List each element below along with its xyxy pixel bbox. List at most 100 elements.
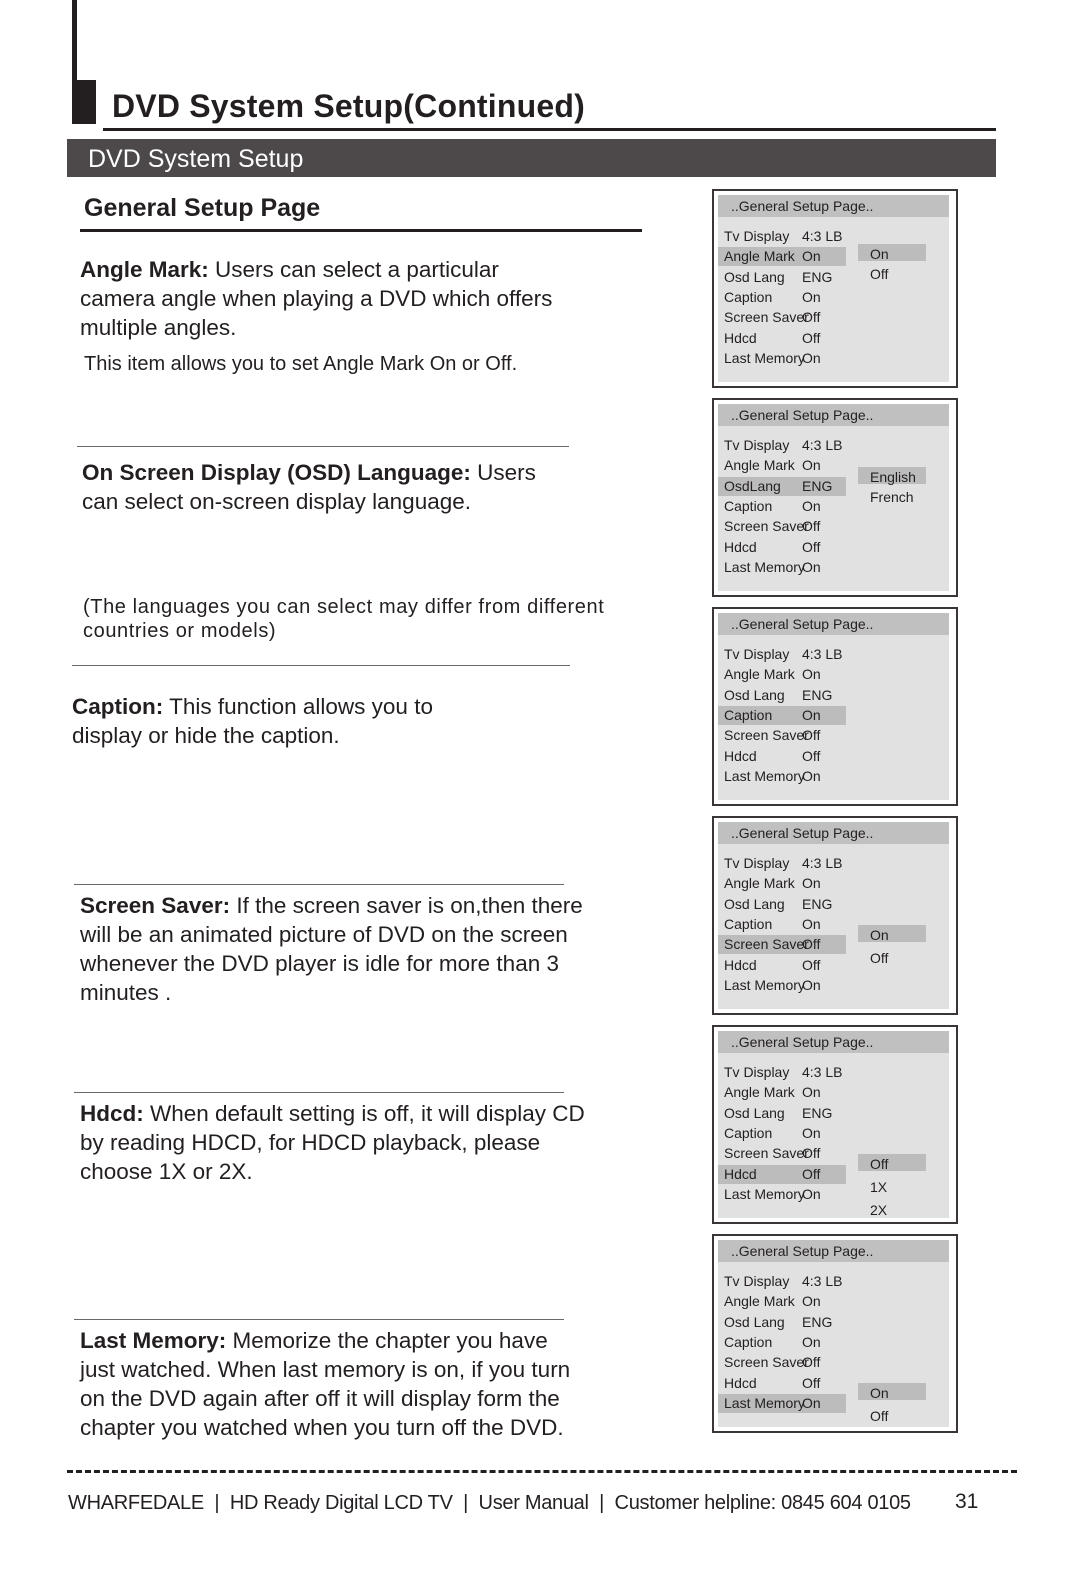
screen-saver-description: Screen Saver: If the screen saver is on,… [80, 893, 583, 1005]
heading-underline [80, 229, 642, 232]
osd-menu-item[interactable]: Angle Mark On [718, 1292, 846, 1311]
osd-menu-item-value: Off [802, 329, 821, 346]
osd-option[interactable]: On [858, 244, 926, 262]
osd-option[interactable]: English [858, 467, 926, 485]
osd-menu-item[interactable]: Angle Mark On [718, 456, 846, 475]
osd-option[interactable]: On [858, 1383, 926, 1401]
osd-menu-item[interactable]: Last Memory On [718, 1185, 846, 1204]
osd-menu-item-value: 4:3 LB [802, 228, 843, 244]
osd-menu-item[interactable]: Last Memory On [718, 767, 846, 786]
osd-menu-item[interactable]: Screen Saver Off [718, 517, 846, 536]
osd-menu-item[interactable]: Screen Saver Off [718, 1144, 846, 1163]
osd-menu-item[interactable]: Hdcd Off [718, 956, 846, 975]
osd-screen: ..General Setup Page.. Tv Display 4:3 LB An… [712, 816, 958, 1015]
divider [74, 884, 564, 885]
osd-menu-item-value: On [802, 248, 821, 265]
osd-menu-item-label: Last Memory [724, 1394, 805, 1411]
osd-menu-item[interactable]: Hdcd Off [718, 1164, 846, 1184]
osd-menu-item[interactable]: Caption On [718, 705, 846, 725]
osd-menu-item[interactable]: Hdcd Off [718, 329, 846, 348]
osd-menu-item[interactable]: Caption On [718, 1124, 846, 1143]
osd-menu-item[interactable]: Tv Display 4:3 LB [718, 1272, 846, 1291]
osd-menu-item[interactable]: Last Memory On [718, 976, 846, 995]
osd-menu-item[interactable]: OsdLang ENG [718, 476, 846, 496]
osd-option[interactable]: Off [858, 264, 926, 282]
osd-menu-item-value: Off [802, 727, 821, 744]
osd-menu-item-value: Off [802, 1354, 821, 1371]
osd-menu-item[interactable]: Hdcd Off [718, 747, 846, 766]
osd-menu-item[interactable]: Last Memory On [718, 349, 846, 368]
osd-menu-item-label: Angle Mark [724, 1084, 795, 1101]
osd-language-note: (The languages you can select may differ… [83, 596, 605, 642]
osd-menu-item-label: Last Memory [724, 558, 805, 575]
osd-menu-item[interactable]: Tv Display 4:3 LB [718, 1063, 846, 1082]
osd-menu-item[interactable]: Caption On [718, 1333, 846, 1352]
osd-menu-item-label: Hdcd [724, 747, 757, 764]
osd-menu-item-label: Tv Display [724, 1064, 790, 1080]
last-memory-description: Last Memory: Memorize the chapter you ha… [80, 1328, 571, 1440]
osd-menu-item[interactable]: Screen Saver Off [718, 1353, 846, 1372]
osd-menu-item[interactable]: Caption On [718, 497, 846, 516]
osd-menu-item-label: Last Memory [724, 976, 805, 993]
osd-menu-item-label: Tv Display [724, 855, 790, 871]
osd-menu-item[interactable]: Tv Display 4:3 LB [718, 436, 846, 455]
osd-menu-item-value: On [802, 976, 821, 993]
osd-option[interactable]: 1X [858, 1177, 926, 1195]
osd-menu-item[interactable]: Hdcd Off [718, 1374, 846, 1393]
osd-menu-item[interactable]: Screen Saver Off [718, 935, 846, 955]
osd-menu-item[interactable]: Osd Lang ENG [718, 686, 846, 705]
osd-header: ..General Setup Page.. [718, 195, 949, 217]
osd-menu-item[interactable]: Angle Mark On [718, 247, 846, 267]
page-title: DVD System Setup(Continued) [112, 88, 585, 124]
osd-menu-item-label: Osd Lang [724, 268, 785, 285]
osd-menu-item[interactable]: Osd Lang ENG [718, 895, 846, 914]
osd-menu-item-value: On [802, 875, 821, 892]
osd-menu-item-value: ENG [802, 895, 833, 912]
angle-mark-term: Angle Mark: [80, 257, 209, 282]
osd-menu-item[interactable]: Osd Lang ENG [718, 1104, 846, 1123]
osd-option[interactable]: French [858, 487, 926, 505]
osd-menu-item-value: On [802, 349, 821, 366]
osd-menu-item-label: Screen Saver [724, 727, 809, 744]
osd-header: ..General Setup Page.. [718, 1240, 949, 1262]
page-number: 31 [955, 1490, 979, 1513]
osd-menu-item-label: Last Memory [724, 349, 805, 366]
osd-option[interactable]: On [858, 925, 926, 943]
osd-menu-item-label: Tv Display [724, 646, 790, 662]
osd-menu-item[interactable]: Last Memory On [718, 1393, 846, 1413]
osd-menu-item-label: Last Memory [724, 767, 805, 784]
osd-menu-item-value: On [802, 1185, 821, 1202]
osd-menu-item[interactable]: Caption On [718, 288, 846, 307]
osd-menu-item[interactable]: Hdcd Off [718, 538, 846, 557]
osd-menu-item[interactable]: Tv Display 4:3 LB [718, 854, 846, 873]
osd-menu-item-value: ENG [802, 686, 833, 703]
osd-option[interactable]: 2X [858, 1200, 926, 1218]
osd-menu-item[interactable]: Tv Display 4:3 LB [718, 227, 846, 246]
osd-menu-item-value: Off [802, 936, 821, 953]
osd-menu-item[interactable]: Osd Lang ENG [718, 268, 846, 287]
osd-menu-item-label: Angle Mark [724, 666, 795, 683]
osd-option[interactable]: Off [858, 1154, 926, 1172]
osd-menu-item[interactable]: Angle Mark On [718, 665, 846, 684]
osd-menu-item-value: On [802, 497, 821, 514]
osd-menu-item[interactable]: Osd Lang ENG [718, 1313, 846, 1332]
osd-language-term: On Screen Display (OSD) Language: [82, 460, 471, 485]
osd-menu-item-value: 4:3 LB [802, 855, 843, 871]
osd-header: ..General Setup Page.. [718, 404, 949, 426]
osd-menu-item[interactable]: Caption On [718, 915, 846, 934]
osd-option[interactable]: Off [858, 1406, 926, 1424]
osd-menu-item[interactable]: Angle Mark On [718, 1083, 846, 1102]
title-underline [103, 128, 996, 131]
osd-menu-item[interactable]: Last Memory On [718, 558, 846, 577]
angle-mark-description: Angle Mark: Users can select a particula… [80, 257, 553, 340]
osd-menu-item-label: Tv Display [724, 228, 790, 244]
osd-menu-item[interactable]: Screen Saver Off [718, 308, 846, 327]
osd-menu-item[interactable]: Tv Display 4:3 LB [718, 645, 846, 664]
osd-menu-item-label: Osd Lang [724, 895, 785, 912]
osd-menu-item-value: Off [802, 309, 821, 326]
osd-menu-item[interactable]: Screen Saver Off [718, 726, 846, 745]
osd-menu-item[interactable]: Angle Mark On [718, 874, 846, 893]
osd-option[interactable]: Off [858, 948, 926, 966]
osd-menu-item-value: On [802, 558, 821, 575]
divider [72, 665, 570, 666]
